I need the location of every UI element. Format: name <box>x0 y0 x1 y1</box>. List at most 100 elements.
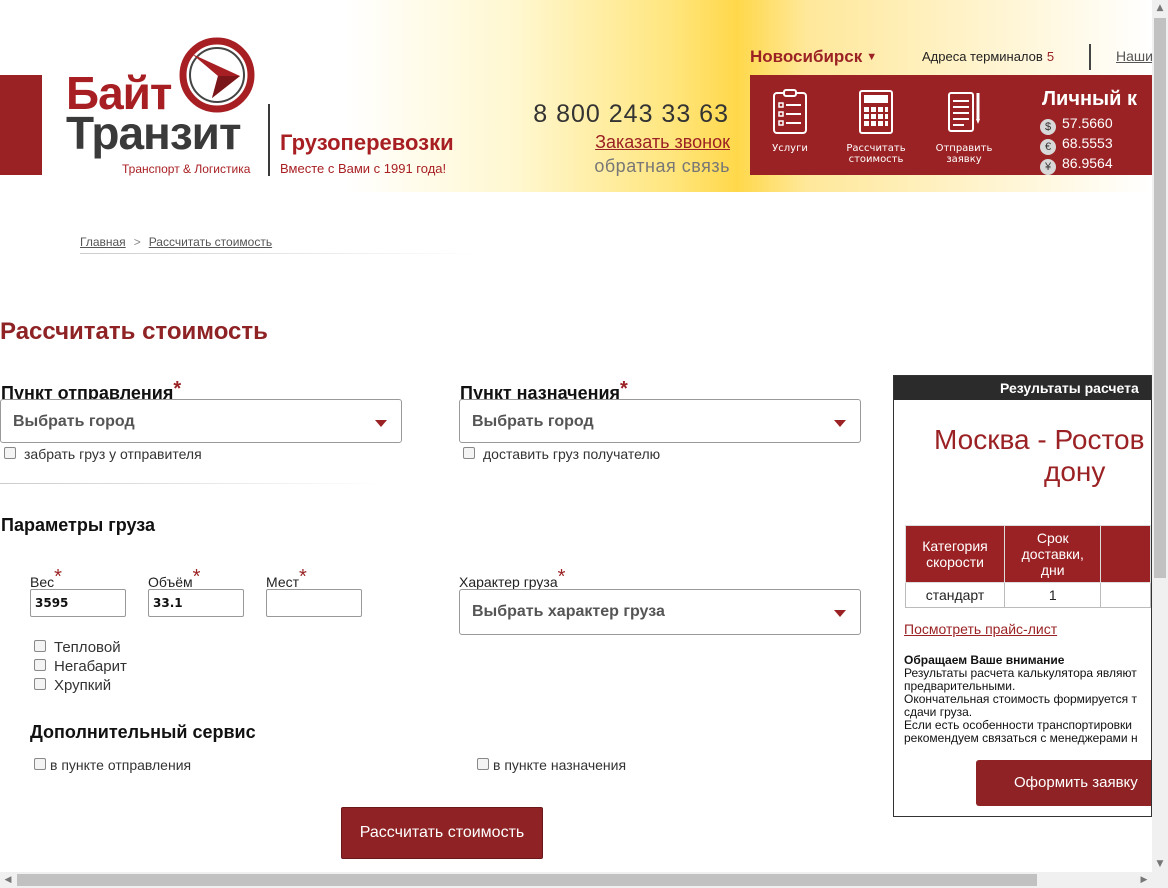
notice-line: рекомендуем связаться с менеджерами н <box>904 731 1138 745</box>
places-input[interactable] <box>266 589 362 617</box>
rate-usd: $57.5660 <box>1040 115 1113 135</box>
scrollbar-thumb[interactable] <box>17 874 1037 886</box>
destination-city-select[interactable]: Выбрать город <box>459 399 861 443</box>
places-label: Мест* <box>266 566 307 590</box>
scroll-down-icon[interactable]: ▼ <box>1152 856 1168 872</box>
scroll-left-icon[interactable]: ◀ <box>0 872 16 888</box>
departure-city-select[interactable]: Выбрать город <box>0 399 402 443</box>
table-header-row: Категория скорости Срок доставки, дни <box>904 525 1151 583</box>
required-mark: * <box>299 566 307 588</box>
dropdown-arrow-icon <box>375 420 387 427</box>
breadcrumb-home[interactable]: Главная <box>80 235 126 249</box>
scroll-up-icon[interactable]: ▲ <box>1152 0 1168 16</box>
nav-send-request-label: Отправить заявку <box>935 143 993 165</box>
section-divider <box>0 483 385 484</box>
calculate-button[interactable]: Рассчитать стоимость <box>341 807 543 859</box>
delivery-checkbox-label: доставить груз получателю <box>483 446 661 462</box>
personal-cabinet-link[interactable]: Личный к <box>1042 88 1137 111</box>
extra-dest-checkbox[interactable]: в пункте назначения <box>477 757 626 773</box>
results-table: Категория скорости Срок доставки, дни ст… <box>904 525 1151 608</box>
delivery-checkbox[interactable]: доставить груз получателю <box>463 446 660 462</box>
route-line-1: Москва - Ростов <box>934 424 1145 455</box>
option-oversized-label: Негабарит <box>54 658 127 675</box>
required-mark: * <box>173 378 182 400</box>
rate-cny-value: 86.9564 <box>1062 155 1113 171</box>
route-title: Москва - Ростов дону <box>934 424 1151 488</box>
weight-input[interactable]: 3595 <box>30 589 126 617</box>
checkbox-box[interactable] <box>4 447 16 459</box>
checkbox-box[interactable] <box>477 758 489 770</box>
scrollbar-thumb[interactable] <box>1154 18 1166 578</box>
results-header: Результаты расчета <box>894 376 1151 400</box>
chevron-down-icon: ▼ <box>866 51 878 63</box>
pickup-checkbox[interactable]: забрать груз у отправителя <box>4 446 202 462</box>
vertical-scrollbar[interactable]: ▲ ▼ <box>1152 0 1168 872</box>
option-oversized[interactable]: Негабарит <box>34 658 127 675</box>
calculator-icon <box>859 90 893 134</box>
cargo-section-title: Параметры груза <box>1 515 155 535</box>
results-panel: Результаты расчета Москва - Ростов дону … <box>893 375 1152 817</box>
service-title: Грузоперевозки <box>280 130 454 155</box>
cargo-nature-select[interactable]: Выбрать характер груза <box>459 589 861 635</box>
terminals-label: Адреса терминалов <box>922 49 1043 64</box>
volume-value: 33.1 <box>153 596 183 610</box>
breadcrumb-current[interactable]: Рассчитать стоимость <box>149 235 272 249</box>
rate-usd-value: 57.5660 <box>1062 115 1113 131</box>
service-tagline: Вместе с Вами с 1991 года! <box>280 161 447 176</box>
breadcrumb-underline <box>80 253 480 254</box>
required-mark: * <box>620 378 628 400</box>
city-selector[interactable]: Новосибирск ▼ <box>750 47 877 67</box>
checkbox-box[interactable] <box>34 640 46 652</box>
checkbox-box[interactable] <box>463 447 475 459</box>
document-pen-icon <box>948 92 980 132</box>
horizontal-scrollbar[interactable]: ◀ ▶ <box>0 872 1168 888</box>
breadcrumb: Главная > Рассчитать стоимость <box>80 235 272 249</box>
feedback-link[interactable]: обратная связь <box>594 156 730 177</box>
weight-label-text: Вес <box>30 574 55 590</box>
volume-input[interactable]: 33.1 <box>148 589 244 617</box>
required-mark: * <box>54 566 62 588</box>
table-header <box>1100 525 1151 583</box>
nav-calculate-label: Рассчитать стоимость <box>846 143 906 165</box>
header-accent-bar <box>0 75 42 175</box>
checkbox-box[interactable] <box>34 678 46 690</box>
nav-send-request[interactable]: Отправить заявку <box>924 75 1004 175</box>
rate-eur-value: 68.5553 <box>1062 135 1113 151</box>
cargo-nature-value: Выбрать характер груза <box>472 603 665 620</box>
table-header: Категория скорости <box>904 525 1006 583</box>
table-cell: 1 <box>1004 582 1102 608</box>
table-cell: стандарт <box>904 582 1006 608</box>
volume-label-text: Объём <box>148 574 193 590</box>
nashi-link[interactable]: Наши <box>1116 48 1152 64</box>
places-label-text: Мест <box>266 574 300 590</box>
option-thermal[interactable]: Тепловой <box>34 639 121 656</box>
extra-origin-label: в пункте отправления <box>50 757 192 773</box>
route-line-2: дону <box>1044 456 1106 487</box>
nav-services[interactable]: Услуги <box>750 75 830 175</box>
terminals-link[interactable]: Адреса терминалов 5 <box>922 49 1054 64</box>
option-fragile[interactable]: Хрупкий <box>34 677 111 694</box>
required-mark: * <box>557 566 566 588</box>
extra-origin-checkbox[interactable]: в пункте отправления <box>34 757 191 773</box>
option-fragile-label: Хрупкий <box>54 677 112 694</box>
required-mark: * <box>192 566 201 588</box>
nav-calculate[interactable]: Рассчитать стоимость <box>836 75 916 175</box>
checkbox-box[interactable] <box>34 659 46 671</box>
checklist-icon <box>773 89 807 134</box>
logo-emblem-icon <box>179 37 255 113</box>
site-header: Байт Транзит Транспорт & Логистика Грузо… <box>0 0 1152 192</box>
phone-number[interactable]: 8 800 243 33 63 <box>533 100 729 129</box>
logo-tagline: Транспорт & Логистика <box>122 162 251 176</box>
dropdown-arrow-icon <box>834 610 846 617</box>
checkbox-box[interactable] <box>34 758 46 770</box>
table-row: стандарт 1 <box>904 582 1151 608</box>
price-list-link[interactable]: Посмотреть прайс-лист <box>904 621 1057 637</box>
destination-city-value: Выбрать город <box>472 413 594 430</box>
notice-title: Обращаем Ваше внимание <box>904 653 1065 667</box>
scroll-right-icon[interactable]: ▶ <box>1136 872 1152 888</box>
callback-link[interactable]: Заказать звонок <box>595 132 730 153</box>
order-button[interactable]: Оформить заявку <box>976 760 1151 806</box>
logo-word-bottom: Транзит <box>66 107 241 159</box>
header-divider <box>1089 44 1091 70</box>
volume-label: Объём* <box>148 566 200 590</box>
